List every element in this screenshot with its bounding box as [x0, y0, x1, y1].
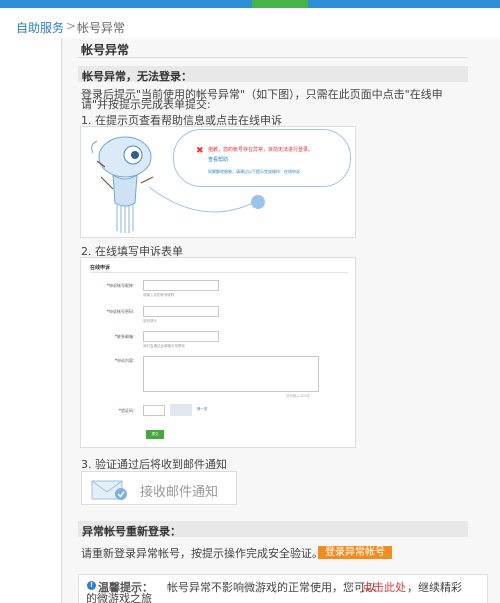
field-hint: 密码提示 [143, 319, 157, 323]
tip-text: 帐号异常不影响微游戏的正常使用，您可以 [167, 581, 376, 594]
step-3: 3. 验证通过后将收到邮件通知 [81, 458, 227, 471]
yarn-ball-icon [251, 195, 265, 209]
nav-tab[interactable] [440, 0, 500, 8]
error-prompt-screenshot: ✖ 抱歉，您的帐号存在异常，目前无法进行登录。 查看帮助 如需解除限制，请通过以… [80, 126, 356, 238]
intro-line: 请"并按提示完成表单提交: [81, 98, 211, 111]
form-title: 在线申诉 [90, 265, 111, 271]
mail-notice-label: 接收邮件通知 [140, 485, 219, 500]
relogin-instruction: 请重新登录异常帐号，按提示操作完成安全验证。 [81, 547, 323, 560]
appeal-form-screenshot: 在线申诉 *申诉帐号昵称： 请输入你的帐号昵称 *申诉帐号密码： 密码提示 *联… [80, 257, 356, 448]
nav-tab[interactable] [312, 0, 372, 8]
info-icon: ! [87, 581, 96, 590]
field-hint: 请输入你的帐号昵称 [143, 293, 175, 297]
breadcrumb-home-link[interactable]: 自助服务 [16, 19, 64, 36]
field-label: *验证码： [118, 408, 137, 413]
nav-tab[interactable] [0, 0, 60, 8]
field-label: *申诉帐号密码： [106, 309, 137, 314]
nickname-field[interactable] [143, 280, 219, 291]
breadcrumb-separator: > [66, 19, 77, 33]
nav-tab[interactable] [186, 0, 248, 8]
captcha-refresh-link[interactable]: 换一张 [197, 407, 208, 412]
section-heading-bar: 异常帐号重新登录： [78, 521, 468, 538]
section-heading: 帐号异常，无法登录： [82, 70, 192, 83]
form-divider [90, 272, 348, 273]
nav-tab-active[interactable] [252, 0, 308, 8]
breadcrumb-current: 帐号异常 [77, 21, 126, 35]
field-label: *申诉内容： [114, 358, 137, 363]
title-divider [78, 57, 468, 58]
field-label: *联系邮箱： [114, 334, 137, 339]
yarn-string [148, 186, 254, 213]
login-abnormal-account-button[interactable]: 登录异常帐号 [318, 546, 392, 559]
captcha-image[interactable] [170, 404, 192, 416]
section-heading: 异常帐号重新登录： [82, 525, 181, 538]
mail-check-icon [91, 480, 127, 500]
tip-click-here-link[interactable]: 点击此处 [362, 579, 406, 595]
email-field[interactable] [143, 331, 219, 342]
field-hint: 我们会通过此邮箱与您联系 [143, 344, 185, 348]
tip-box: ! 温馨提示： 帐号异常不影响微游戏的正常使用，您可以 点击此处 ，继续精彩 的… [78, 574, 488, 603]
top-nav-bar [0, 0, 500, 8]
tip-text-wrap: 的微游戏之旅 [86, 592, 152, 603]
mail-notice-box: 接收邮件通知 [81, 471, 237, 505]
tip-text-tail: ，继续精彩 [407, 581, 462, 594]
intro-paragraph: 登录后提示"当前使用的帐号异常"（如下图），只需在此页面中点击"在线申 请"并按… [81, 89, 461, 111]
section-heading-bar: 帐号异常，无法登录： [78, 66, 468, 83]
appeal-content-textarea[interactable] [143, 356, 319, 392]
field-label: *申诉帐号昵称： [106, 283, 137, 288]
nav-tab[interactable] [376, 0, 436, 8]
char-count: 还可输入300字 [286, 394, 311, 398]
password-field[interactable] [143, 306, 219, 317]
captcha-input[interactable] [143, 405, 165, 416]
nav-tab[interactable] [124, 0, 184, 8]
nav-tab[interactable] [62, 0, 122, 8]
submit-button[interactable]: 提交 [146, 430, 164, 439]
breadcrumb: 自助服务 > 帐号异常 [0, 8, 500, 38]
page-title: 帐号异常 [81, 43, 130, 57]
